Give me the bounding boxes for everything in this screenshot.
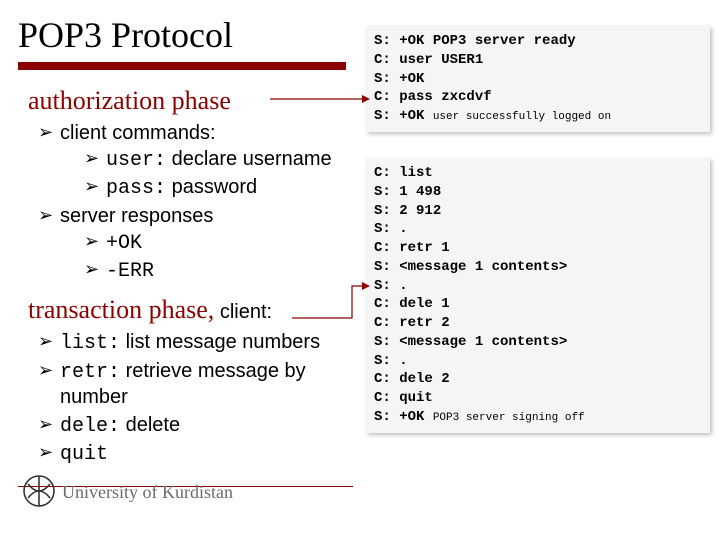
arrow-auth-phase (270, 92, 370, 106)
dele-desc: delete (120, 414, 180, 436)
quit-cmd-item: quit (38, 441, 358, 468)
list-desc: list message numbers (120, 331, 320, 353)
terminal-transaction: C: listS: 1 498S: 2 912S: .C: retr 1S: <… (366, 158, 710, 433)
user-desc: declare username (166, 148, 332, 170)
phase2-suffix: client: (214, 301, 272, 323)
resp-ok-item: +OK (84, 230, 358, 257)
pass-cmd: pass: (106, 177, 166, 200)
resp-err-item: -ERR (84, 258, 358, 285)
phase2-heading-text: transaction phase, (28, 295, 214, 324)
terminal-authorization: S: +OK POP3 server readyC: user USER1S: … (366, 26, 710, 132)
slide-title: POP3 Protocol (18, 14, 233, 56)
user-cmd: user: (106, 149, 166, 172)
server-responses-label: server responses (60, 205, 213, 227)
left-column: authorization phase client commands: use… (28, 84, 358, 476)
client-commands-item: client commands: user: declare username … (38, 121, 358, 202)
dele-cmd-item: dele: delete (38, 413, 358, 440)
resp-ok: +OK (106, 232, 142, 255)
client-commands-label: client commands: (60, 122, 216, 144)
server-responses-item: server responses +OK -ERR (38, 204, 358, 285)
list-cmd: list: (60, 332, 120, 355)
pass-desc: password (166, 176, 257, 198)
footer-text: University of Kurdistan (62, 482, 233, 503)
resp-err: -ERR (106, 260, 154, 283)
university-logo-icon (22, 474, 56, 508)
retr-cmd-item: retr: retrieve message by number (38, 359, 358, 411)
title-underline (18, 62, 346, 70)
quit-cmd: quit (60, 443, 108, 466)
pass-cmd-item: pass: password (84, 175, 358, 202)
dele-cmd: dele: (60, 415, 120, 438)
retr-cmd: retr: (60, 361, 120, 384)
arrow-trans-phase (292, 282, 370, 322)
list-cmd-item: list: list message numbers (38, 330, 358, 357)
user-cmd-item: user: declare username (84, 147, 358, 174)
